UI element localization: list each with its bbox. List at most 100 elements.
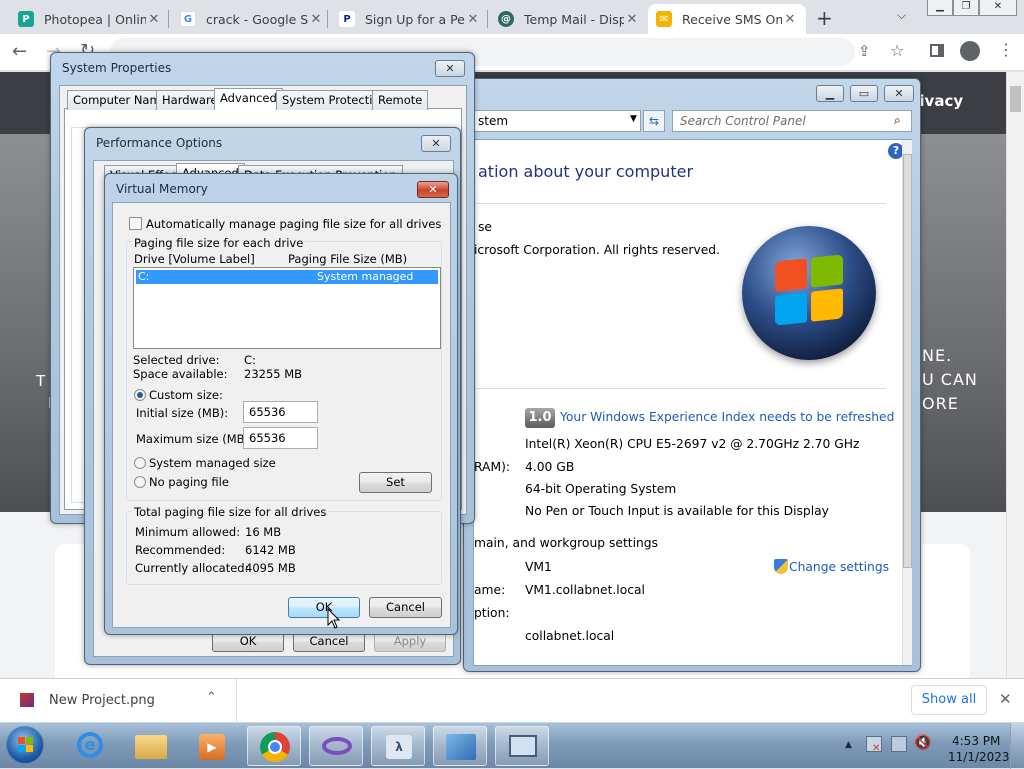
tab-paypal[interactable]: P Sign Up for a Pers ✕: [331, 4, 489, 34]
visual-studio-icon[interactable]: [309, 726, 363, 766]
auto-manage-checkbox[interactable]: [129, 217, 142, 230]
close-button[interactable]: ✕: [421, 135, 451, 152]
space-available-value: 23255 MB: [244, 367, 303, 381]
copyright-text: icrosoft Corporation. All rights reserve…: [474, 243, 721, 257]
list-item[interactable]: C: System managed: [136, 270, 438, 284]
tab-label: Computer Name: [73, 93, 168, 107]
close-button[interactable]: ✕: [884, 85, 914, 102]
page-scrollbar[interactable]: [1006, 72, 1024, 678]
tab-remote[interactable]: Remote: [372, 90, 429, 110]
file-explorer-icon[interactable]: [124, 726, 178, 766]
tab-receive-sms[interactable]: ✉ Receive SMS Onlin ✕: [648, 4, 806, 34]
system-managed-radio[interactable]: [134, 457, 146, 469]
pen-touch-value: No Pen or Touch Input is available for t…: [525, 504, 829, 518]
minimize-button[interactable]: ▁: [927, 0, 953, 16]
maximum-size-value: 65536: [249, 431, 286, 445]
divider: [474, 203, 886, 204]
close-tab-icon[interactable]: ✕: [308, 12, 324, 27]
photopea-icon: P: [18, 11, 34, 27]
currently-allocated-value: 4095 MB: [245, 561, 296, 575]
change-settings-link[interactable]: Change settings: [789, 560, 889, 574]
cp-scrollbar[interactable]: [902, 140, 912, 665]
initial-size-input[interactable]: 65536: [243, 401, 318, 423]
space-available-label: Space available:: [133, 367, 228, 381]
close-tab-icon[interactable]: ✕: [782, 12, 798, 27]
temp-mail-icon: @: [498, 11, 514, 27]
show-desktop-button[interactable]: [1010, 723, 1024, 769]
tab-advanced[interactable]: Advanced: [214, 88, 283, 110]
network-icon[interactable]: [891, 736, 907, 752]
cp-address-text: stem: [478, 114, 509, 128]
chrome-icon[interactable]: [247, 726, 301, 766]
volume-muted-icon[interactable]: 🔇: [914, 735, 931, 751]
close-button[interactable]: ✕: [417, 181, 449, 198]
column-header-size: Paging File Size (MB): [288, 252, 408, 266]
maximum-size-label: Maximum size (MB):: [136, 432, 253, 446]
drive-list[interactable]: C: System managed: [133, 267, 441, 349]
close-tab-icon[interactable]: ✕: [465, 12, 481, 27]
currently-allocated-label: Currently allocated:: [135, 561, 249, 575]
tab-google-search[interactable]: G crack - Google Se ✕: [172, 4, 332, 34]
cp-content: ? ation about your computer se icrosoft …: [473, 139, 912, 666]
back-arrow-icon[interactable]: ←: [12, 41, 27, 62]
page-scrollbar-thumb[interactable]: [1010, 86, 1021, 112]
clock-date[interactable]: 11/1/2023: [948, 750, 1010, 764]
wei-refresh-link[interactable]: Your Windows Experience Index needs to b…: [560, 410, 894, 424]
search-icon[interactable]: ⌕: [894, 113, 901, 128]
profile-avatar-icon[interactable]: [960, 41, 980, 61]
tab-label: Hardware: [162, 93, 218, 107]
tab-temp-mail[interactable]: @ Temp Mail - Dispo ✕: [490, 4, 648, 34]
ok-button[interactable]: OK: [288, 597, 360, 618]
share-icon[interactable]: ⇪: [858, 42, 871, 60]
drive-letter: C:: [138, 270, 150, 283]
hero-text-fragment: T: [36, 372, 46, 390]
cp-address-bar[interactable]: stem ▼: [473, 110, 641, 132]
bookmark-star-icon[interactable]: ☆: [890, 41, 904, 60]
show-all-button[interactable]: Show all: [911, 685, 987, 715]
menu-kebab-icon[interactable]: ⋮: [998, 40, 1014, 59]
column-header-drive: Drive [Volume Label]: [134, 252, 255, 266]
download-filename[interactable]: New Project.png: [49, 693, 155, 708]
maximize-button[interactable]: ▭: [850, 85, 878, 102]
start-button[interactable]: [6, 726, 44, 764]
internet-explorer-icon[interactable]: e: [63, 726, 117, 766]
group-label: Paging file size for each drive: [132, 236, 306, 250]
button-label: Show all: [921, 692, 977, 707]
close-tab-icon[interactable]: ✕: [146, 12, 162, 27]
maximum-size-input[interactable]: 65536: [243, 427, 318, 449]
selected-drive-value: C:: [244, 353, 256, 367]
close-tab-icon[interactable]: ✕: [624, 12, 640, 27]
divider: [474, 388, 886, 389]
side-panel-icon[interactable]: [930, 44, 944, 57]
media-player-icon[interactable]: ▶: [185, 726, 239, 766]
no-paging-file-radio[interactable]: [134, 476, 146, 488]
clock-time[interactable]: 4:53 PM: [952, 734, 1000, 748]
cp-search-box[interactable]: Search Control Panel ⌕: [672, 110, 912, 132]
cp-scrollbar-thumb[interactable]: [903, 154, 912, 568]
tab-label: System Protection: [282, 93, 387, 107]
minimize-button[interactable]: ▁: [816, 85, 844, 102]
button-label: Apply: [393, 634, 427, 648]
initial-size-label: Initial size (MB):: [136, 406, 229, 420]
sms-icon: ✉: [656, 11, 672, 27]
custom-size-radio[interactable]: [134, 389, 146, 401]
minimum-allowed-value: 16 MB: [245, 525, 282, 539]
set-button[interactable]: Set: [359, 472, 432, 493]
close-icon[interactable]: ✕: [999, 690, 1012, 708]
chevron-up-icon[interactable]: ⌃: [206, 690, 217, 705]
app-lambda-icon[interactable]: λ: [371, 726, 425, 766]
new-tab-button[interactable]: +: [816, 6, 833, 30]
close-window-button[interactable]: ✕: [979, 0, 1017, 16]
cancel-button[interactable]: Cancel: [369, 597, 442, 618]
show-hidden-icons-chevron-icon[interactable]: ▲: [845, 740, 852, 750]
refresh-icon[interactable]: ⇆: [643, 110, 665, 132]
chevron-down-icon[interactable]: ▼: [630, 114, 637, 124]
wei-score-value: 1.0: [528, 410, 552, 425]
restore-button[interactable]: ❐: [953, 0, 979, 16]
tab-photopea[interactable]: P Photopea | Online ✕: [10, 4, 170, 34]
close-button[interactable]: ✕: [435, 60, 465, 77]
ram-label: RAM):: [474, 460, 511, 474]
control-panel-icon[interactable]: [433, 726, 487, 766]
system-properties-icon[interactable]: [495, 726, 549, 766]
tab-search-chevron-icon[interactable]: ⌵: [897, 8, 906, 23]
